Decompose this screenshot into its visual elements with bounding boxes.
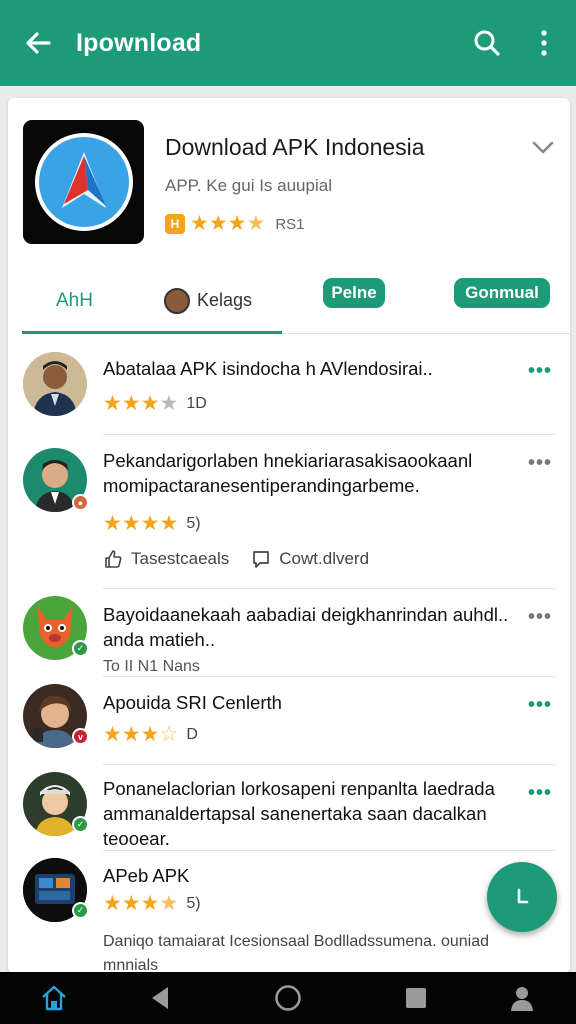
item-text: Apouida SRI Cenlerth bbox=[103, 692, 282, 713]
app-icon[interactable] bbox=[23, 120, 144, 244]
top-app-bar: Ipownload bbox=[0, 0, 576, 86]
nav-profile-button[interactable] bbox=[492, 972, 552, 1024]
arrow-left-icon bbox=[26, 32, 51, 54]
item-text: APeb APK bbox=[103, 865, 190, 886]
rating-badge: H bbox=[165, 214, 185, 234]
divider bbox=[103, 676, 556, 677]
nav-back-button[interactable] bbox=[130, 972, 190, 1024]
back-triangle-icon bbox=[152, 987, 168, 1009]
thumb-icon bbox=[105, 550, 122, 568]
star-icon: ★ bbox=[140, 512, 160, 535]
overflow-menu-button[interactable] bbox=[512, 0, 576, 86]
rating-count: D bbox=[186, 726, 198, 743]
status-badge: ✓ bbox=[72, 902, 89, 919]
rating-count: RS1 bbox=[275, 215, 305, 233]
back-button[interactable] bbox=[0, 0, 76, 86]
star-icon: ★ bbox=[121, 723, 141, 746]
pill-button-gonmual[interactable]: Gonmual bbox=[454, 278, 550, 308]
divider bbox=[103, 764, 556, 765]
profile-icon bbox=[511, 987, 533, 1011]
item-text: Ponanelaclorian lorkosapeni renpanlta la… bbox=[103, 778, 495, 849]
app-header: Download APK Indonesia APP. Ke gui Is au… bbox=[8, 98, 570, 258]
expand-button[interactable] bbox=[530, 134, 556, 160]
item-actions: Tasestcaeals Cowt.dlverd bbox=[103, 549, 369, 569]
nav-home-circle-button[interactable] bbox=[258, 972, 318, 1024]
person-avatar-icon bbox=[23, 352, 87, 416]
app-name: Download APK Indonesia bbox=[165, 134, 425, 160]
item-text: Abatalaa APK isindocha h AVlendosirai.. bbox=[103, 358, 433, 379]
divider bbox=[103, 850, 556, 851]
item-subtext: To II N1 Nans bbox=[103, 658, 200, 675]
more-options-button[interactable]: ••• bbox=[528, 694, 552, 717]
star-icon: ★ bbox=[103, 723, 122, 746]
app-rating: H ★ ★ ★ ★ RS1 bbox=[165, 212, 305, 235]
nav-home-button[interactable] bbox=[24, 972, 84, 1024]
item-text: Pekandarigorlaben hnekiariarasakisaookaa… bbox=[103, 450, 473, 496]
app-bar-title: Ipownload bbox=[76, 28, 202, 57]
status-badge: ✓ bbox=[72, 640, 89, 657]
more-options-button[interactable]: ••• bbox=[528, 606, 552, 629]
search-button[interactable] bbox=[462, 0, 512, 86]
status-badge: ● bbox=[72, 494, 89, 511]
item-rating: ★ ★ ★ ★ 5) bbox=[103, 512, 201, 535]
star-icon: ★ bbox=[227, 212, 247, 235]
app-subtitle: APP. Ke gui Is auupial bbox=[165, 176, 332, 195]
pill-button-pelne[interactable]: Pelne bbox=[323, 278, 385, 308]
star-icon: ★ bbox=[140, 723, 160, 746]
clock-hand-icon bbox=[517, 888, 529, 904]
app-logo-icon bbox=[34, 133, 133, 231]
star-icon: ★ bbox=[140, 392, 160, 415]
star-half-icon: ★ bbox=[246, 212, 266, 235]
star-icon: ★ bbox=[103, 892, 122, 915]
action-label: Tasestcaeals bbox=[131, 549, 230, 568]
item-subtext: Daniqo tamaiarat Icesionsaal Bodlladssum… bbox=[103, 933, 490, 973]
star-icon: ★ bbox=[208, 212, 228, 235]
app-detail-card: Download APK Indonesia APP. Ke gui Is au… bbox=[8, 98, 570, 973]
more-options-button[interactable]: ••• bbox=[528, 782, 552, 805]
status-badge: v bbox=[72, 728, 89, 745]
more-options-button[interactable]: ••• bbox=[528, 452, 552, 475]
home-icon bbox=[42, 985, 66, 1011]
floating-action-button[interactable] bbox=[487, 862, 557, 932]
circle-home-icon bbox=[275, 985, 301, 1011]
star-half-icon: ★ bbox=[159, 892, 179, 915]
more-vert-icon bbox=[541, 30, 547, 56]
tab-label: Kelags bbox=[197, 290, 253, 310]
item-rating: ★ ★ ★ ★ 5) bbox=[103, 892, 201, 915]
more-options-button[interactable]: ••• bbox=[528, 360, 552, 383]
nav-recents-button[interactable] bbox=[386, 972, 446, 1024]
star-icon: ★ bbox=[103, 392, 122, 415]
divider bbox=[103, 588, 556, 589]
rating-count: 1D bbox=[186, 395, 207, 412]
tab-avatar-icon bbox=[164, 287, 190, 314]
item-rating: ★ ★ ★ ★ 1D bbox=[103, 392, 207, 415]
star-empty-icon: ★ bbox=[159, 392, 179, 415]
star-icon: ★ bbox=[121, 512, 141, 535]
comment-icon bbox=[253, 551, 270, 568]
star-icon: ★ bbox=[159, 512, 179, 535]
divider bbox=[103, 434, 556, 435]
item-rating: ★ ★ ★ ☆ D bbox=[103, 723, 198, 746]
rating-count: 5) bbox=[186, 895, 201, 912]
rating-count: 5) bbox=[186, 515, 201, 532]
star-icon: ★ bbox=[190, 212, 209, 235]
tab-kelags[interactable]: Kelags bbox=[164, 270, 252, 331]
star-icon: ★ bbox=[121, 892, 141, 915]
comment-action[interactable]: Cowt.dlverd bbox=[251, 549, 369, 569]
system-nav-bar bbox=[0, 972, 576, 1024]
tab-bar: AhH Kelags Pelne Gonmual bbox=[22, 270, 570, 334]
action-label: Cowt.dlverd bbox=[279, 549, 370, 568]
star-icon: ★ bbox=[140, 892, 160, 915]
avatar bbox=[23, 352, 87, 416]
star-half-icon: ☆ bbox=[159, 723, 179, 746]
star-icon: ★ bbox=[121, 392, 141, 415]
star-icon: ★ bbox=[103, 512, 122, 535]
search-icon bbox=[474, 30, 500, 56]
square-recents-icon bbox=[406, 988, 426, 1008]
status-badge: ✓ bbox=[72, 816, 89, 833]
like-action[interactable]: Tasestcaeals bbox=[103, 549, 229, 569]
item-text: Bayoidaanekaah aabadiai deigkhanrindan a… bbox=[103, 604, 509, 650]
chevron-down-icon bbox=[532, 141, 554, 154]
